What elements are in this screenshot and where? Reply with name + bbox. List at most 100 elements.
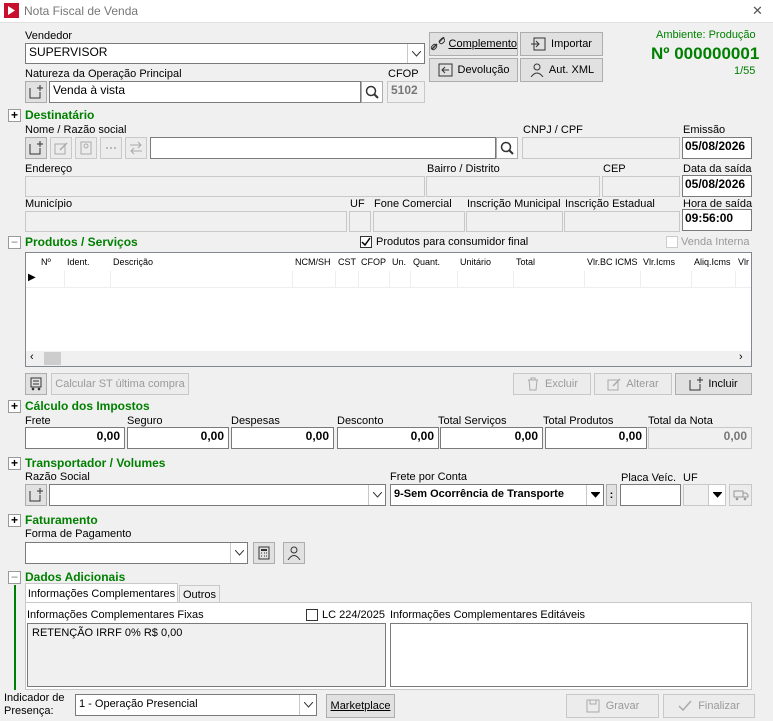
- editaveis-label: Informações Complementares Editáveis: [390, 609, 586, 621]
- scroll-left-icon[interactable]: ‹: [30, 351, 34, 363]
- link-icon: [430, 37, 445, 51]
- cep-field: [602, 176, 680, 197]
- search-icon[interactable]: [361, 81, 383, 103]
- scroll-right-icon[interactable]: ›: [739, 351, 743, 363]
- seguro-field[interactable]: 0,00: [127, 427, 229, 449]
- razao-social-select[interactable]: [49, 484, 386, 506]
- aut-xml-button[interactable]: Aut. XML: [520, 58, 603, 82]
- placa-field[interactable]: [620, 484, 681, 506]
- app-logo-icon: [4, 3, 19, 18]
- devolucao-button[interactable]: Devolução: [429, 58, 518, 82]
- produtos-title: Produtos / Serviços: [25, 235, 138, 249]
- expand-destinatario-icon[interactable]: +: [8, 109, 21, 122]
- consumidor-final-label: Produtos para consumidor final: [376, 236, 529, 248]
- nome-field[interactable]: [150, 137, 496, 159]
- alterar-button[interactable]: Alterar: [594, 373, 672, 395]
- edit-destinatario-icon[interactable]: [50, 137, 72, 159]
- produtos-grid[interactable]: Nº Ident. Descrição NCM/SH CST CFOP Un. …: [25, 252, 752, 367]
- razao-social-label: Razão Social: [25, 471, 90, 483]
- finalizar-button[interactable]: Finalizar: [663, 694, 755, 718]
- natureza-field[interactable]: Venda à vista: [49, 81, 361, 103]
- excluir-button[interactable]: Excluir: [513, 373, 591, 395]
- im-label: Inscrição Municipal: [467, 198, 561, 210]
- tab-informacoes[interactable]: Informações Complementares: [25, 583, 178, 603]
- add-destinatario-icon[interactable]: [25, 137, 47, 159]
- col-header: Ident.: [67, 257, 90, 267]
- indicador-select[interactable]: 1 - Operação Presencial: [75, 694, 317, 716]
- vendedor-value: SUPERVISOR: [29, 45, 108, 59]
- col-header: CST: [338, 257, 356, 267]
- expand-faturamento-icon[interactable]: +: [8, 514, 21, 527]
- close-icon[interactable]: ✕: [752, 3, 763, 19]
- forma-pagamento-label: Forma de Pagamento: [25, 528, 132, 540]
- despesas-field[interactable]: 0,00: [231, 427, 334, 449]
- venda-interna-checkbox[interactable]: [666, 236, 678, 248]
- total-nota-label: Total da Nota: [648, 415, 713, 427]
- frete-label: Frete: [25, 415, 51, 427]
- calculator-cart-icon[interactable]: [25, 373, 47, 395]
- chevron-down-icon[interactable]: [586, 485, 603, 505]
- horizontal-scrollbar[interactable]: ‹ ›: [26, 351, 751, 366]
- calculator-icon[interactable]: [253, 542, 275, 564]
- collapse-produtos-icon[interactable]: −: [8, 236, 21, 249]
- hora-field[interactable]: 09:56:00: [682, 209, 752, 231]
- total-produtos-field[interactable]: 0,00: [545, 427, 647, 449]
- edit-icon: [607, 378, 621, 391]
- add-transportador-icon[interactable]: [25, 484, 47, 506]
- vendedor-select[interactable]: SUPERVISOR: [25, 43, 425, 64]
- total-servicos-label: Total Serviços: [438, 415, 507, 427]
- add-icon: [689, 377, 704, 391]
- destinatario-title: Destinatário: [25, 108, 95, 122]
- lc-checkbox[interactable]: [306, 609, 318, 621]
- saida-field[interactable]: 05/08/2026: [682, 175, 752, 197]
- transp-uf-select[interactable]: [683, 484, 726, 506]
- table-row[interactable]: ▶: [26, 271, 751, 288]
- desconto-field[interactable]: 0,00: [337, 427, 439, 449]
- transp-uf-label: UF: [683, 472, 698, 484]
- calcular-st-button[interactable]: Calcular ST última compra: [51, 373, 189, 395]
- frete-options-button[interactable]: :: [606, 484, 617, 506]
- chevron-down-icon[interactable]: [407, 44, 424, 63]
- more-options-icon[interactable]: [100, 137, 122, 159]
- expand-impostos-icon[interactable]: +: [8, 400, 21, 413]
- importar-button[interactable]: Importar: [520, 32, 603, 56]
- person-icon[interactable]: [283, 542, 305, 564]
- lc-label: LC 224/2025: [322, 609, 385, 621]
- chevron-down-icon[interactable]: [230, 543, 247, 563]
- forma-pagamento-select[interactable]: [25, 542, 248, 564]
- scroll-thumb[interactable]: [44, 352, 61, 365]
- col-header: Vlr.BC ICMS: [587, 257, 638, 267]
- indicador-label-2: Presença:: [4, 705, 54, 717]
- incluir-button[interactable]: Incluir: [675, 373, 752, 395]
- col-header: CFOP: [361, 257, 387, 267]
- search-destinatario-icon[interactable]: [496, 137, 518, 159]
- col-header: Nº: [41, 257, 51, 267]
- section-indicator: [14, 585, 16, 690]
- chevron-down-icon[interactable]: [368, 485, 385, 505]
- complemento-button[interactable]: Complemento: [429, 32, 518, 56]
- chevron-down-icon[interactable]: [299, 695, 316, 715]
- editaveis-textarea[interactable]: [390, 623, 748, 687]
- ambiente-label: Ambiente: Produção: [656, 29, 756, 41]
- im-field: [466, 211, 563, 232]
- chevron-down-icon[interactable]: [708, 485, 725, 505]
- tab-outros[interactable]: Outros: [179, 585, 220, 603]
- gravar-button[interactable]: Gravar: [566, 694, 659, 718]
- collapse-adicionais-icon[interactable]: −: [8, 571, 21, 584]
- contact-card-icon[interactable]: [75, 137, 97, 159]
- expand-transportador-icon[interactable]: +: [8, 457, 21, 470]
- indicador-label: Indicador de: [4, 692, 65, 704]
- municipio-field: [25, 211, 347, 232]
- total-servicos-field[interactable]: 0,00: [440, 427, 543, 449]
- marketplace-button[interactable]: Marketplace: [326, 694, 395, 718]
- transfer-icon[interactable]: [125, 137, 147, 159]
- total-nota-field: 0,00: [648, 427, 752, 449]
- frete-field[interactable]: 0,00: [25, 427, 125, 449]
- cep-label: CEP: [603, 163, 626, 175]
- truck-icon[interactable]: [729, 484, 752, 506]
- emissao-label: Emissão: [683, 124, 726, 136]
- frete-conta-select[interactable]: 9-Sem Ocorrência de Transporte: [390, 484, 604, 506]
- consumidor-final-checkbox[interactable]: [360, 236, 372, 248]
- add-natureza-icon[interactable]: [25, 81, 47, 103]
- emissao-field[interactable]: 05/08/2026: [682, 137, 752, 159]
